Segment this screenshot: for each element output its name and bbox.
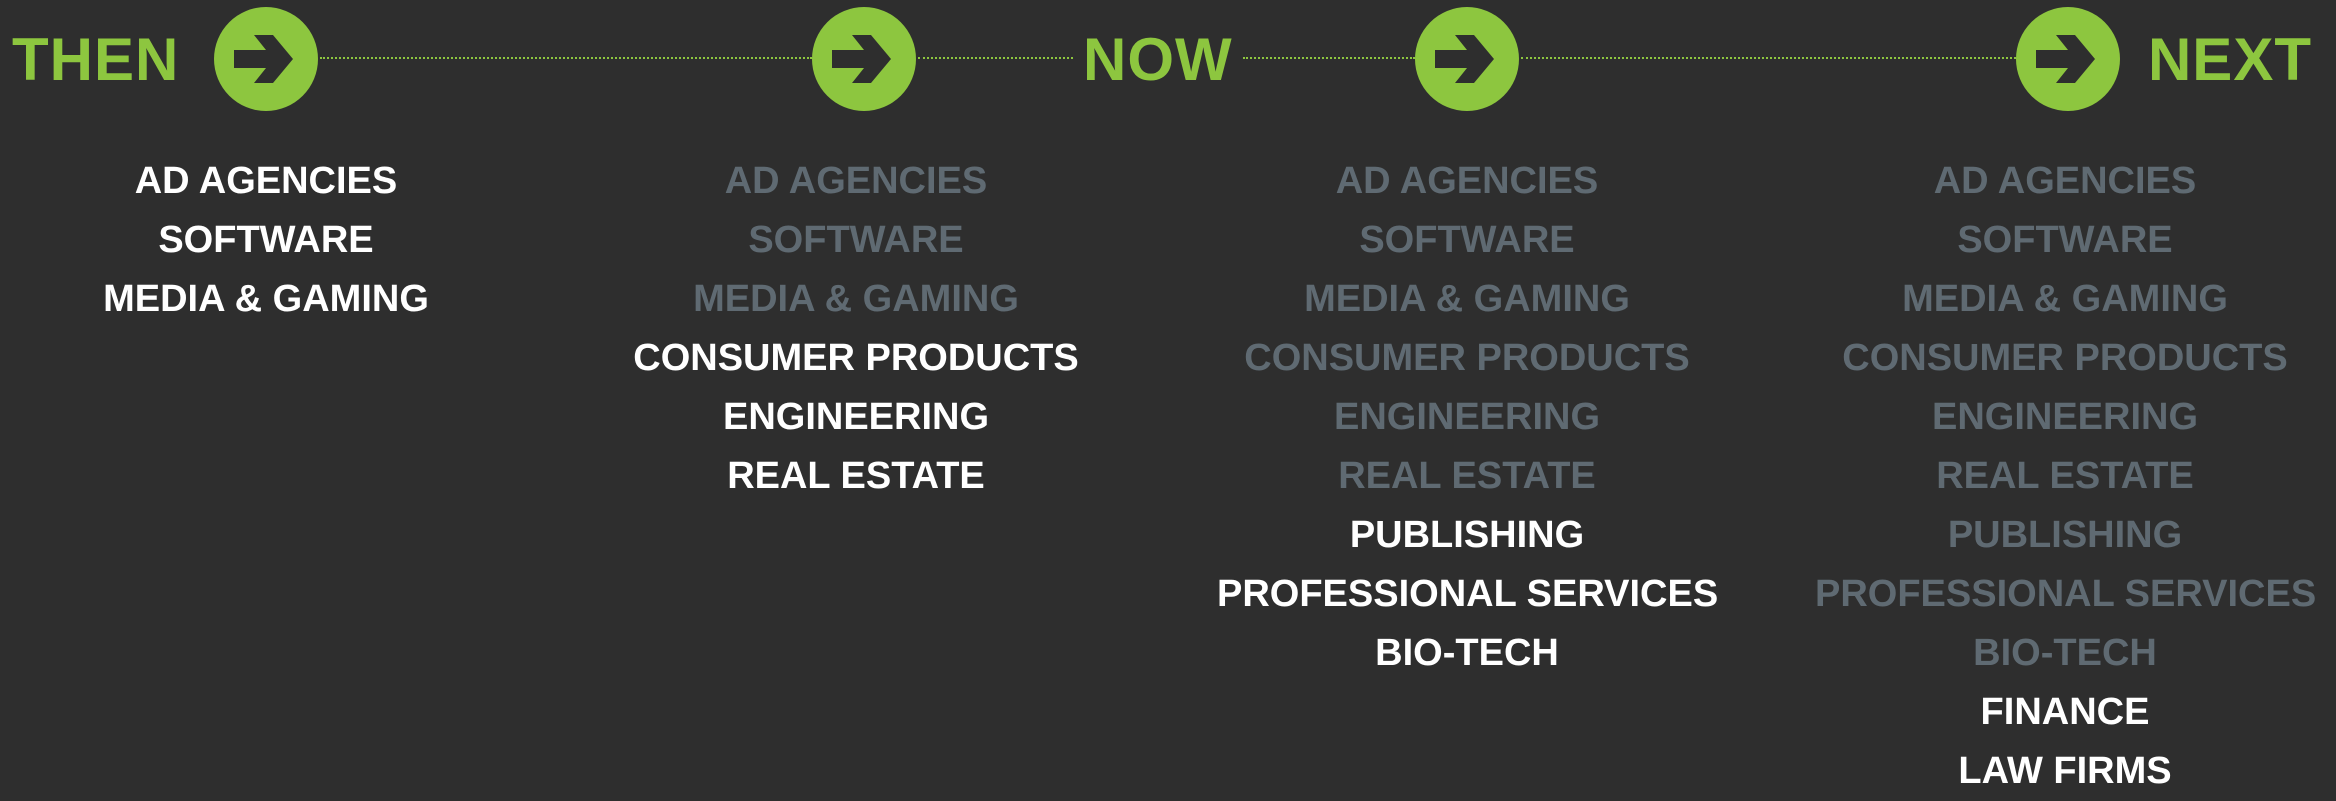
industry-item: SOFTWARE — [748, 219, 964, 261]
industry-item: MEDIA & GAMING — [103, 278, 429, 320]
industry-item: PUBLISHING — [1349, 514, 1585, 556]
timeline-line — [320, 57, 812, 59]
industry-item: AD AGENCIES — [724, 160, 988, 202]
industry-item: SOFTWARE — [1359, 219, 1575, 261]
industry-item: REAL ESTATE — [727, 455, 985, 497]
industry-item: MEDIA & GAMING — [1902, 278, 2228, 320]
industry-item: CONSUMER PRODUCTS — [1244, 337, 1690, 379]
industry-item: PROFESSIONAL SERVICES — [1815, 573, 2317, 615]
industry-item: MEDIA & GAMING — [693, 278, 1019, 320]
industry-item: SOFTWARE — [1957, 219, 2173, 261]
industry-item: PROFESSIONAL SERVICES — [1217, 573, 1719, 615]
industry-item: REAL ESTATE — [1936, 455, 2194, 497]
industry-item: CONSUMER PRODUCTS — [1842, 337, 2288, 379]
arrow-right-circle-icon — [812, 7, 916, 111]
industry-item: ENGINEERING — [1333, 396, 1601, 438]
industry-item: CONSUMER PRODUCTS — [633, 337, 1079, 379]
timeline-line — [918, 57, 1073, 59]
industry-item: SOFTWARE — [158, 219, 374, 261]
arrow-right-circle-icon — [214, 7, 318, 111]
industry-item: AD AGENCIES — [1933, 160, 2197, 202]
industry-item: FINANCE — [1980, 691, 2150, 733]
stage-label-then: THEN — [12, 26, 180, 93]
industry-column-next: AD AGENCIES SOFTWARE MEDIA & GAMING CONSUME… — [1815, 152, 2317, 801]
timeline-line — [1521, 57, 2016, 59]
arrow-right-circle-icon — [1415, 7, 1519, 111]
industry-item: LAW FIRMS — [1958, 750, 2172, 792]
industry-item: REAL ESTATE — [1338, 455, 1596, 497]
industry-item: BIO-TECH — [1973, 632, 2157, 674]
industry-item: MEDIA & GAMING — [1304, 278, 1630, 320]
industry-column-transition: AD AGENCIES SOFTWARE MEDIA & GAMING CONSUME… — [606, 152, 1106, 506]
industry-column-now: AD AGENCIES SOFTWARE MEDIA & GAMING CONSUME… — [1217, 152, 1719, 683]
industry-item: BIO-TECH — [1375, 632, 1559, 674]
stage-label-next: NEXT — [2147, 26, 2312, 93]
industry-item: AD AGENCIES — [1335, 160, 1599, 202]
industry-item: ENGINEERING — [1931, 396, 2199, 438]
industry-column-then: AD AGENCIES SOFTWARE MEDIA & GAMING — [16, 152, 516, 329]
industry-item: ENGINEERING — [722, 396, 990, 438]
industry-item: AD AGENCIES — [134, 160, 398, 202]
stage-label-now: NOW — [1083, 26, 1233, 93]
timeline-line — [1243, 57, 1415, 59]
arrow-right-circle-icon — [2016, 7, 2120, 111]
industry-item: PUBLISHING — [1947, 514, 2183, 556]
industry-timeline: THEN NOW NEXT AD AGENCIES SOFTWARE MEDIA &… — [0, 0, 2336, 792]
